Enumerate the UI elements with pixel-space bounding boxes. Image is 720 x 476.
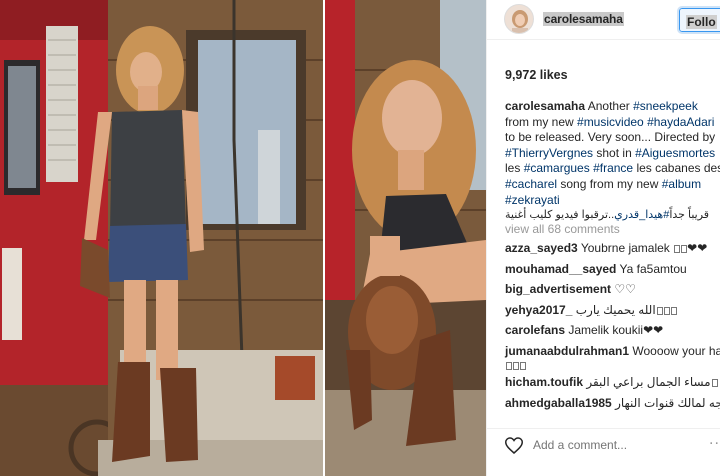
caption-segment: قريباً جداً	[669, 209, 710, 222]
comment-username-link[interactable]: carolefans	[505, 323, 565, 337]
missing-glyph-icon	[674, 245, 681, 253]
hashtag-link[interactable]: #هيدا_قدري	[614, 209, 669, 221]
comment-text: الله يحميك يارب	[575, 302, 656, 317]
add-comment-input[interactable]	[533, 438, 653, 452]
hashtag-link[interactable]: #france	[593, 161, 633, 175]
hashtag-link[interactable]: #ThierryVergnes	[505, 146, 593, 160]
comment: hicham.toufik مساء الجمال براعي البقر	[505, 375, 720, 396]
comment: carolefans Jamelik koukii❤❤	[505, 323, 720, 344]
follow-button-label: Follo	[686, 15, 717, 29]
caption-segment: song from my new	[557, 176, 662, 191]
caption-line: les #camargues #france les cabanes des	[505, 161, 720, 177]
caption-line: to be released. Very soon... Directed by	[505, 130, 720, 146]
hashtag-link[interactable]: #camargues	[524, 161, 590, 175]
post-caption: carolesamaha Another #sneekpeek from my …	[505, 99, 720, 224]
missing-glyph-icon	[520, 361, 526, 370]
comment-emoji: ❤❤	[643, 323, 664, 338]
caption-segment: ..ترقبوا فيديو كليب أغنية	[505, 209, 615, 222]
follow-button[interactable]: Follo	[677, 6, 720, 34]
likes-count[interactable]: 9,972 likes	[505, 68, 568, 82]
caption-username-link[interactable]: carolesamaha	[505, 99, 585, 113]
comment-text: Jamelik koukii	[568, 323, 644, 338]
add-comment-bar: ...	[487, 428, 720, 464]
hashtag-link[interactable]: #haydaAdari	[647, 115, 714, 129]
caption-line: #ThierryVergnes shot in #Aiguesmortes	[505, 146, 720, 162]
left-photo	[0, 0, 328, 476]
missing-glyph-icon	[656, 306, 663, 315]
comment-text: Woooow your hair	[632, 343, 720, 358]
post-details-panel: carolesamaha Follo 9,972 likes carolesam…	[486, 0, 720, 476]
post-photo[interactable]	[0, 0, 486, 476]
missing-glyph-icon	[513, 361, 519, 370]
caption-segment: les cabanes des	[633, 161, 720, 176]
comment-username-link[interactable]: hicham.toufik	[505, 375, 583, 389]
caption-segment: Another	[585, 99, 634, 113]
missing-glyph-icon	[663, 306, 670, 315]
comment-emoji: ❤❤	[687, 241, 708, 255]
post-username-link[interactable]: carolesamaha	[543, 12, 624, 26]
comments-list: azza_sayed3 Youbrne jamalek ❤❤ mouhamad_…	[505, 241, 720, 416]
comment-username-link[interactable]: big_advertisement	[505, 282, 611, 296]
hashtag-link[interactable]: #zekrayati	[505, 193, 560, 207]
caption-segment: to be released. Very soon... Directed by	[505, 130, 716, 145]
caption-line: #zekrayati	[505, 193, 720, 209]
missing-glyph-icon	[711, 378, 718, 387]
comment-text: أموزوجه لمالك قنوات النهار	[615, 395, 720, 410]
like-heart-icon[interactable]	[504, 437, 524, 459]
hashtag-link[interactable]: #musicvideo	[577, 115, 644, 129]
hashtag-link[interactable]: #Aiguesmortes	[635, 146, 715, 160]
missing-glyph-icon	[506, 361, 512, 370]
comment-username-link[interactable]: mouhamad__sayed	[505, 262, 616, 276]
caption-segment: shot in	[593, 145, 636, 160]
comment-username-link[interactable]: jumanaabdulrahman1	[505, 344, 629, 358]
comment-username-link[interactable]: yehya2017_	[505, 303, 572, 317]
heart-outline-icon	[504, 437, 524, 454]
comment: jumanaabdulrahman1 Woooow your hair	[505, 344, 720, 375]
hashtag-link[interactable]: #cacharel	[505, 177, 557, 191]
comment-text: مساء الجمال براعي البقر	[586, 374, 711, 389]
comment: yehya2017_ الله يحميك يارب	[505, 303, 720, 324]
caption-segment: from my new	[505, 114, 578, 129]
comment-username-link[interactable]: azza_sayed3	[505, 241, 578, 255]
hashtag-link[interactable]: #sneekpeek	[633, 99, 698, 113]
comment-text: Youbrne jamalek	[580, 241, 674, 255]
avatar-image	[505, 5, 533, 33]
caption-line: #cacharel song from my new #album	[505, 177, 720, 193]
avatar[interactable]	[504, 4, 534, 34]
comment: mouhamad__sayed Ya fa5amtou	[505, 262, 720, 283]
comment-text: ♡♡	[614, 282, 636, 297]
missing-glyph-icon	[670, 306, 677, 315]
right-photo	[325, 0, 486, 476]
comment-username-link[interactable]: ahmedgaballa1985	[505, 396, 612, 410]
post-header: carolesamaha Follo	[487, 0, 720, 40]
comment: ahmedgaballa1985 أموزوجه لمالك قنوات الن…	[505, 396, 720, 416]
hashtag-link[interactable]: #album	[662, 177, 701, 191]
comment: azza_sayed3 Youbrne jamalek ❤❤	[505, 241, 720, 262]
photo-image	[0, 0, 486, 476]
more-options-icon[interactable]: ...	[709, 431, 720, 449]
comment: big_advertisement ♡♡	[505, 282, 720, 303]
caption-segment: les	[505, 161, 524, 176]
view-all-comments-link[interactable]: view all 68 comments	[505, 222, 620, 236]
comment-text: Ya fa5amtou	[619, 261, 687, 276]
caption-line: carolesamaha Another #sneekpeek	[505, 99, 720, 115]
caption-line: from my new #musicvideo #haydaAdari	[505, 115, 720, 131]
